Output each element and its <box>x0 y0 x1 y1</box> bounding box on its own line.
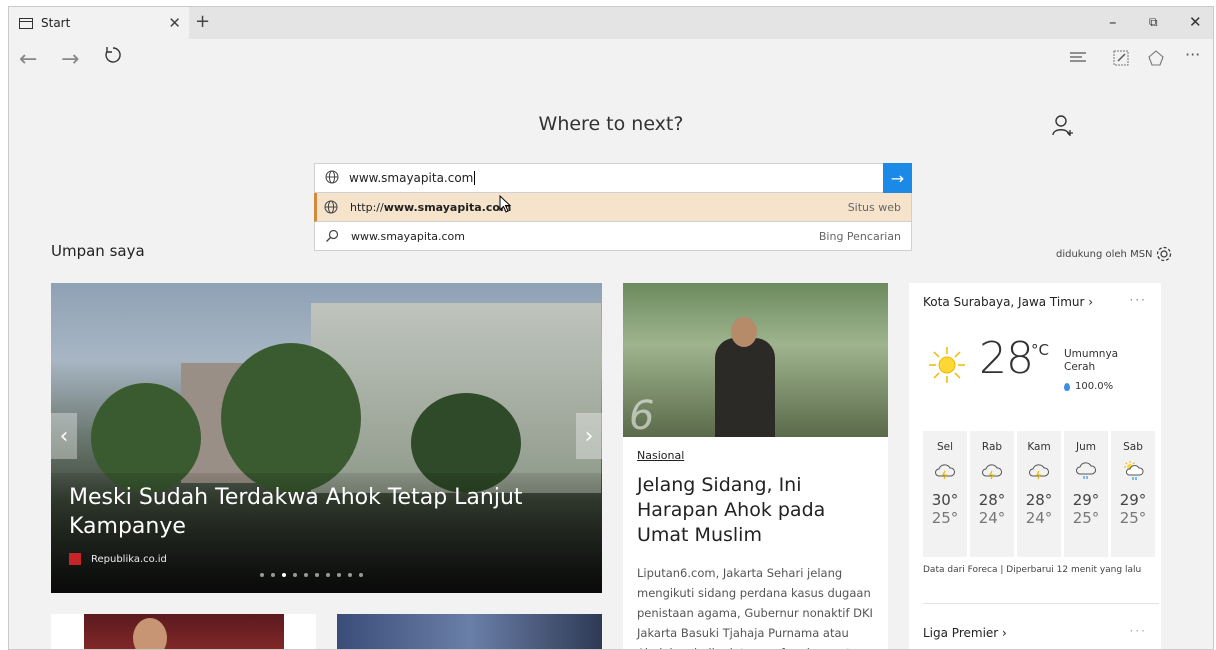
carousel-dot[interactable] <box>304 573 308 577</box>
forecast-list: Sel 30° 25° Rab 28° 24° Kam 28° 24° Jum … <box>923 431 1155 557</box>
hero-image-tree <box>221 343 361 493</box>
more-icon[interactable]: ··· <box>1185 45 1200 64</box>
tab-bar: Start ✕ + – ⧉ ✕ <box>9 7 1213 39</box>
navigation-bar: ← → ··· <box>9 39 1213 81</box>
rain-cloud-icon <box>1064 461 1108 483</box>
carousel-dot[interactable] <box>359 573 363 577</box>
carousel-indicators[interactable] <box>260 573 363 577</box>
powered-by-msn[interactable]: didukung oleh MSN <box>1056 249 1153 260</box>
hub-icon[interactable] <box>1069 49 1087 69</box>
sun-rain-icon <box>1111 461 1155 483</box>
tab-page-icon <box>19 17 33 29</box>
globe-icon <box>325 170 339 187</box>
refresh-icon[interactable] <box>103 45 123 71</box>
forecast-day[interactable]: Jum 29° 25° <box>1064 431 1108 557</box>
carousel-dot[interactable] <box>260 573 264 577</box>
carousel-dot[interactable] <box>271 573 275 577</box>
weather-data-note[interactable]: Data dari Foreca | Diperbarui 12 menit y… <box>923 565 1141 575</box>
weather-location[interactable]: Kota Surabaya, Jawa Timur › <box>923 295 1093 309</box>
suggestion-type: Situs web <box>847 200 901 214</box>
carousel-dot[interactable] <box>348 573 352 577</box>
page-heading: Where to next? <box>538 113 684 135</box>
weather-card: Kota Surabaya, Jawa Timur › ··· 28 °C Um… <box>909 283 1161 649</box>
carousel-dot[interactable] <box>282 573 286 577</box>
hero-carousel[interactable]: ‹ › Meski Sudah Terdakwa Ahok Tetap Lanj… <box>51 283 602 593</box>
league-title[interactable]: Liga Premier › <box>923 626 1007 640</box>
carousel-next-icon[interactable]: › <box>576 413 602 459</box>
feed-title: Umpan saya <box>51 242 145 260</box>
thunder-cloud-icon <box>970 461 1014 483</box>
new-tab-icon[interactable]: + <box>195 11 210 32</box>
droplet-icon <box>1064 382 1070 391</box>
forecast-day[interactable]: Sab 29° 25° <box>1111 431 1155 557</box>
globe-icon <box>324 200 342 214</box>
add-person-icon[interactable] <box>1051 113 1075 143</box>
article-title[interactable]: Jelang Sidang, Ini Harapan Ahok pada Uma… <box>637 473 877 548</box>
league-more-icon[interactable]: ··· <box>1130 624 1147 638</box>
divider <box>923 603 1159 604</box>
back-icon[interactable]: ← <box>19 47 37 72</box>
forecast-day[interactable]: Kam 28° 24° <box>1017 431 1061 557</box>
carousel-dot[interactable] <box>326 573 330 577</box>
web-note-icon[interactable] <box>1112 49 1130 71</box>
carousel-dot[interactable] <box>315 573 319 577</box>
mouse-cursor-icon <box>499 194 512 217</box>
article-snippet: Liputan6.com, Jakarta Sehari jelang meng… <box>637 566 873 649</box>
hero-source-name: Republika.co.id <box>91 553 167 565</box>
hero-headline[interactable]: Meski Sudah Terdakwa Ahok Tetap Lanjut K… <box>69 483 549 541</box>
forward-icon[interactable]: → <box>61 47 79 72</box>
browser-window: Start ✕ + – ⧉ ✕ ← → ··· Where to next? w… <box>8 6 1214 650</box>
address-value: www.smayapita.com <box>349 171 474 185</box>
restore-icon[interactable]: ⧉ <box>1149 15 1158 30</box>
tab-start[interactable]: Start ✕ <box>9 7 189 39</box>
gear-icon[interactable] <box>1155 245 1173 267</box>
thunder-cloud-icon <box>1017 461 1061 483</box>
forecast-day[interactable]: Sel 30° 25° <box>923 431 967 557</box>
weather-unit[interactable]: °C <box>1031 341 1049 359</box>
news-thumbnail[interactable] <box>337 614 602 649</box>
suggestion-text: www.smayapita.com <box>351 229 465 243</box>
tab-title: Start <box>41 16 71 30</box>
source-watermark-icon: 6 <box>629 393 655 437</box>
carousel-prev-icon[interactable]: ‹ <box>51 413 77 459</box>
weather-humidity: 100.0% <box>1064 381 1113 392</box>
weather-temperature: 28 <box>979 333 1034 384</box>
thunder-cloud-icon <box>923 461 967 483</box>
article-category[interactable]: Nasional <box>637 449 684 462</box>
forecast-day[interactable]: Rab 28° 24° <box>970 431 1014 557</box>
tab-close-icon[interactable]: ✕ <box>168 14 181 32</box>
suggestion-url: www.smayapita.com <box>383 200 512 214</box>
carousel-dot[interactable] <box>337 573 341 577</box>
weather-condition: Umumnya Cerah <box>1064 348 1119 373</box>
weather-more-icon[interactable]: ··· <box>1130 293 1147 307</box>
carousel-dot[interactable] <box>293 573 297 577</box>
go-button[interactable]: → <box>883 163 912 193</box>
search-icon <box>325 229 343 243</box>
address-input[interactable]: www.smayapita.com → <box>314 163 912 193</box>
suggestion-type: Bing Pencarian <box>818 229 901 243</box>
article-image: 6 <box>623 283 888 437</box>
minimize-icon[interactable]: – <box>1109 13 1117 31</box>
source-logo-icon <box>69 553 81 565</box>
article-card[interactable]: 6 Nasional Jelang Sidang, Ini Harapan Ah… <box>623 283 888 649</box>
share-icon[interactable] <box>1147 49 1165 71</box>
suggestion-prefix: http:// <box>350 200 384 214</box>
news-thumbnail[interactable] <box>51 614 316 649</box>
suggestion-search[interactable]: www.smayapita.com Bing Pencarian <box>314 222 912 251</box>
hero-source: Republika.co.id <box>69 553 167 565</box>
window-close-icon[interactable]: ✕ <box>1189 13 1202 31</box>
sun-icon <box>925 343 969 391</box>
suggestion-website[interactable]: http://www.smayapita.com Situs web <box>314 193 912 222</box>
